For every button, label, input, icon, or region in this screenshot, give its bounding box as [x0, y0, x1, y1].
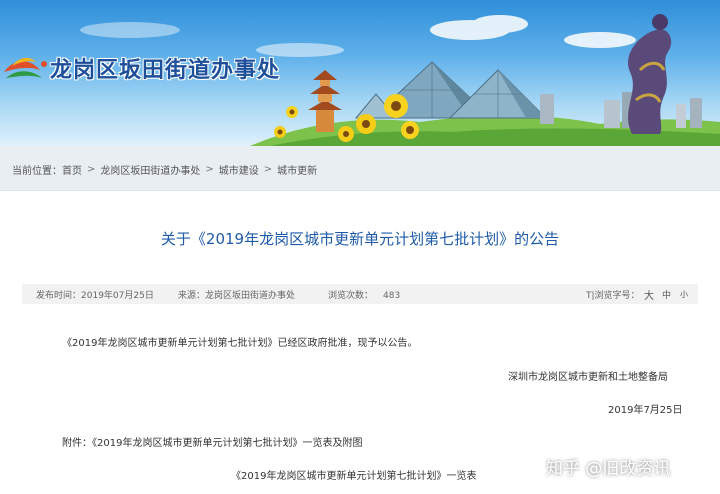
breadcrumb: 当前位置： 首页 > 龙岗区坂田街道办事处 > 城市建设 > 城市更新 [12, 162, 317, 177]
breadcrumb-item-office[interactable]: 龙岗区坂田街道办事处 [100, 162, 200, 177]
font-size-large-button[interactable]: 大 [644, 287, 654, 302]
breadcrumb-item-urban-renewal[interactable]: 城市更新 [277, 162, 317, 177]
font-size-medium-button[interactable]: 中 [662, 288, 671, 301]
views-label: 浏览次数： [328, 291, 374, 301]
breadcrumb-separator: > [263, 164, 273, 175]
breadcrumb-separator: > [205, 164, 214, 175]
article-title: 关于《2019年龙岗区城市更新单元计划第七批计划》的公告 [160, 230, 560, 248]
breadcrumb-bar: 当前位置： 首页 > 龙岗区坂田街道办事处 > 城市建设 > 城市更新 [0, 146, 720, 191]
header-banner: 龙岗区坂田街道办事处 [0, 0, 720, 146]
breadcrumb-label: 当前位置： [12, 166, 62, 177]
pyramid-buildings [354, 61, 548, 119]
breadcrumb-item-home[interactable]: 首页 [62, 162, 82, 177]
publish-time: 发布时间：2019年07月25日 [36, 288, 154, 301]
view-count: 浏览次数： 483 [328, 288, 400, 301]
announcement-date: 2019年7月25日 [608, 405, 683, 416]
site-title: 龙岗区坂田街道办事处 [50, 57, 281, 83]
clouds [80, 15, 636, 57]
publish-label: 发布时间： [36, 291, 82, 301]
breadcrumb-separator: > [87, 164, 96, 175]
article-source: 来源：龙岗区坂田街道办事处 [178, 288, 295, 301]
watermark: 知乎 @旧改资讯 [546, 459, 671, 479]
article-meta-bar: 发布时间：2019年07月25日 来源：龙岗区坂田街道办事处 浏览次数： 483 … [22, 284, 698, 304]
font-size-small-button[interactable]: 小 [680, 289, 688, 300]
source-value: 龙岗区坂田街道办事处 [205, 291, 296, 301]
breadcrumb-item-urban-construction[interactable]: 城市建设 [219, 162, 259, 177]
publish-date: 2019年07月25日 [81, 291, 154, 301]
attachment-link[interactable]: 附件：《2019年龙岗区城市更新单元计划第七批计划》一览表及附图 [62, 434, 362, 449]
dragon-sculpture [628, 14, 672, 134]
table-caption: 《2019年龙岗区城市更新单元计划第七批计划》一览表 [231, 471, 477, 482]
logo-icon [4, 57, 47, 78]
issuer: 深圳市龙岗区城市更新和土地整备局 [508, 372, 668, 383]
views-value: 483 [383, 291, 401, 301]
announcement-paragraph: 《2019年龙岗区城市更新单元计划第七批计划》已经区政府批准，现予以公告。 [62, 338, 418, 349]
source-label: 来源： [178, 291, 206, 301]
font-size-label: T|浏览字号： [586, 291, 640, 301]
